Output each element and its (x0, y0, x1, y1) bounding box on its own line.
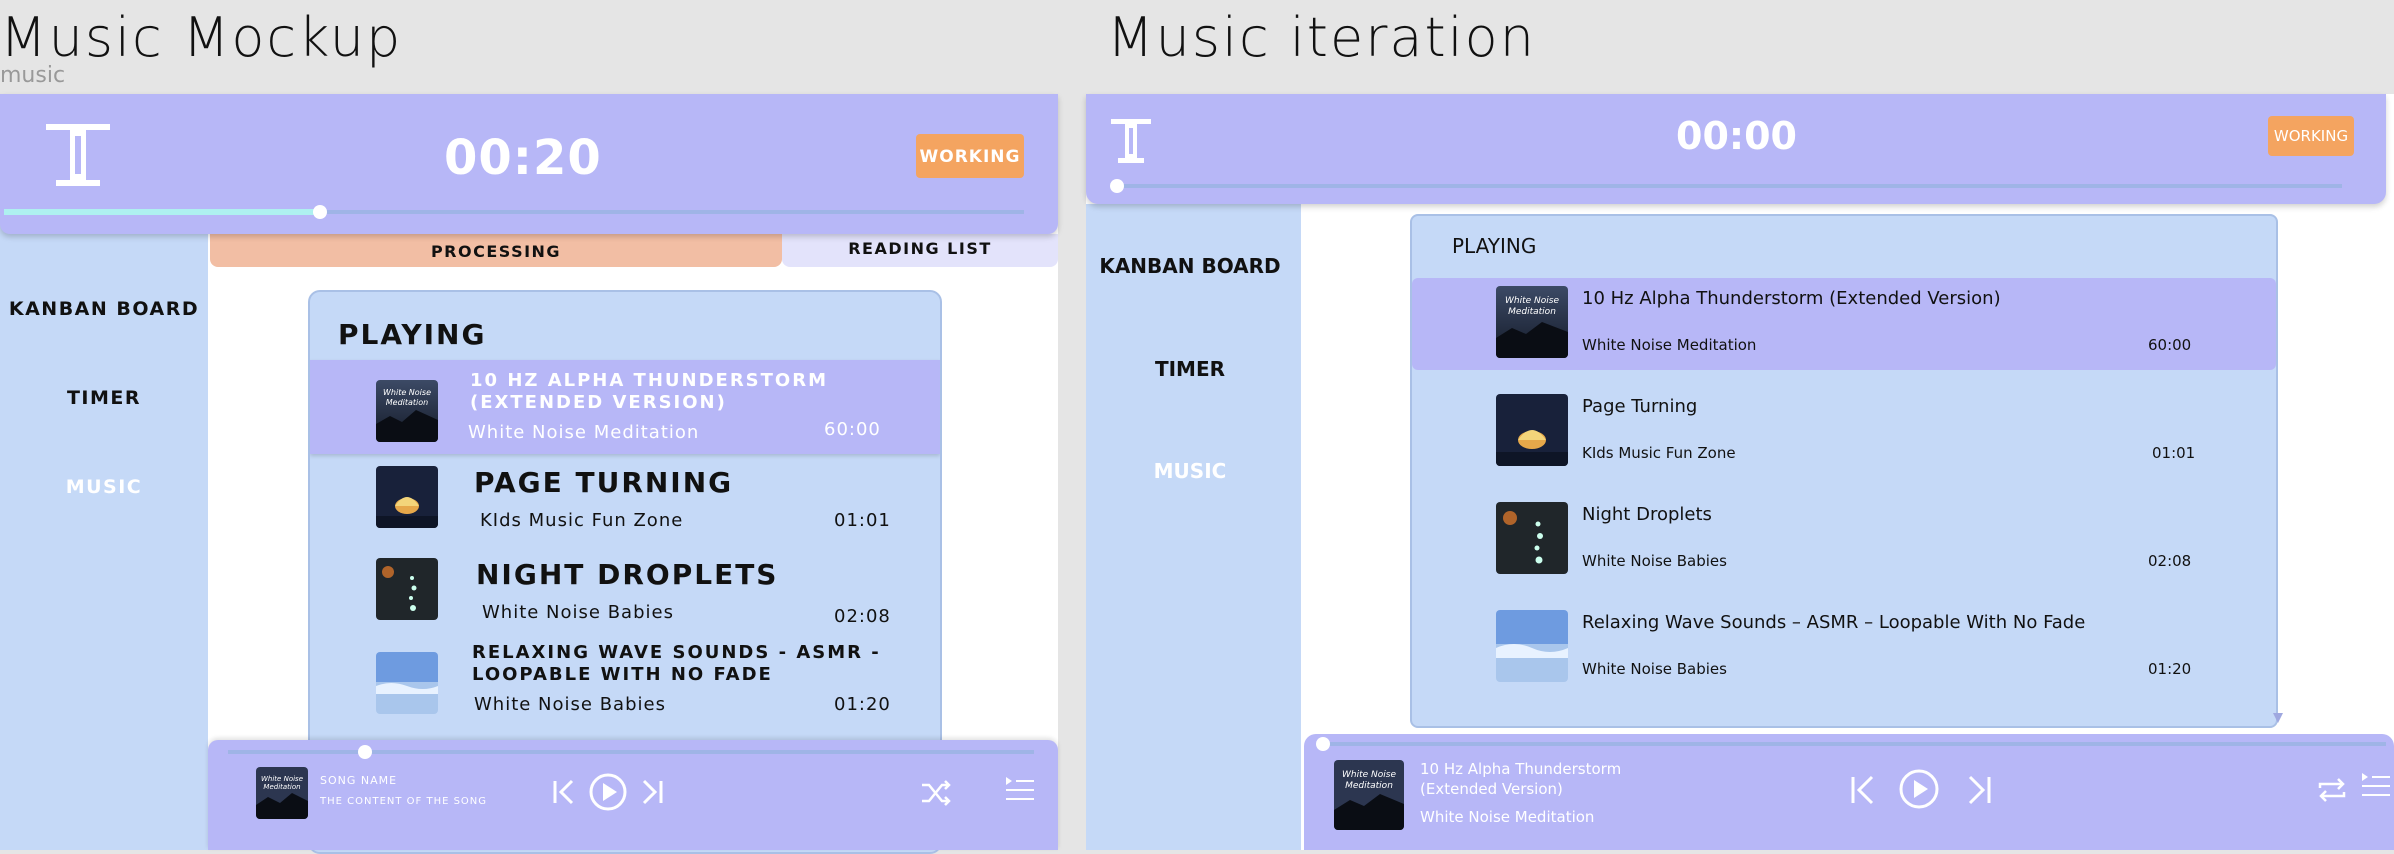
player-bar: White Noise Meditation SONG NAME THE CON… (208, 740, 1058, 850)
playlist-row[interactable]: White Noise Meditation 10 Hz Alpha Thund… (1412, 278, 2276, 370)
song-duration: 01:01 (834, 510, 891, 531)
song-title: Relaxing Wave Sounds – ASMR – Loopable W… (1582, 612, 2086, 633)
song-artist: White Noise Babies (1582, 552, 1727, 570)
nav-kanban-board[interactable]: KANBAN BOARD (1086, 254, 1294, 278)
working-status-button[interactable]: WORKING (2268, 116, 2354, 156)
player-progress-track[interactable] (1316, 742, 2386, 746)
now-playing-title-line1: 10 Hz Alpha Thunderstorm (1420, 760, 1622, 778)
now-playing-title: SONG NAME (320, 774, 398, 787)
tab-processing[interactable]: PROCESSING (210, 234, 782, 267)
playlist-row[interactable]: Night Droplets White Noise Babies 02:08 (1412, 494, 2276, 586)
song-title: Page Turning (1582, 396, 1698, 417)
mockup-frame-title: Music Mockup (0, 6, 403, 69)
album-art (1496, 610, 1568, 682)
song-title: Night Droplets (1582, 504, 1712, 525)
now-playing-art-text: White Noise Meditation (1342, 770, 1396, 791)
next-icon[interactable] (1966, 774, 1992, 806)
scroll-down-icon[interactable] (2272, 712, 2284, 724)
song-duration: 01:01 (2152, 444, 2196, 462)
song-duration: 02:08 (2148, 552, 2192, 570)
nav-timer[interactable]: TIMER (0, 387, 208, 409)
next-icon[interactable] (640, 778, 664, 806)
album-art-text: White Noise Meditation (383, 388, 431, 407)
player-progress-track[interactable] (228, 750, 1034, 754)
sidebar: KANBAN BOARD TIMER MUSIC (1086, 204, 1301, 850)
play-icon[interactable] (1898, 768, 1940, 810)
playlist-heading: PLAYING (338, 318, 487, 351)
nav-music[interactable]: MUSIC (0, 476, 208, 498)
play-icon[interactable] (588, 772, 628, 812)
song-artist: KIds Music Fun Zone (1582, 444, 1736, 462)
song-duration: 60:00 (2148, 336, 2192, 354)
iteration-frame: KANBAN BOARD TIMER MUSIC 00:00 WORKING P… (1086, 94, 2394, 850)
playlist-row[interactable]: Page Turning KIds Music Fun Zone 01:01 (1412, 386, 2276, 478)
song-artist: White Noise Babies (482, 602, 674, 623)
playlist-panel: PLAYING White Noise Meditation 10 Hz Alp… (1410, 214, 2278, 728)
previous-icon[interactable] (1850, 774, 1876, 806)
nav-kanban-board[interactable]: KANBAN BOARD (0, 298, 208, 320)
song-title: RELAXING WAVE SOUNDS - ASMR - LOOPABLE W… (472, 642, 881, 685)
repeat-icon[interactable] (2316, 776, 2348, 804)
player-bar: White Noise Meditation 10 Hz Alpha Thund… (1304, 734, 2394, 850)
album-art (1496, 502, 1568, 574)
song-artist: White Noise Meditation (1582, 336, 1757, 354)
album-art: White Noise Meditation (1496, 286, 1568, 358)
now-playing-artist: White Noise Meditation (1420, 808, 1595, 826)
hourglass-icon (46, 124, 110, 186)
timer-progress-handle[interactable] (313, 205, 328, 219)
playlist-row[interactable]: NIGHT DROPLETS White Noise Babies 02:08 (310, 548, 940, 640)
song-artist: White Noise Babies (1582, 660, 1727, 678)
nav-music[interactable]: MUSIC (1086, 459, 1294, 483)
now-playing-art-text: White Noise Meditation (261, 775, 303, 791)
player-progress-handle[interactable] (1316, 737, 1330, 751)
album-art (1496, 394, 1568, 466)
playlist-row[interactable]: RELAXING WAVE SOUNDS - ASMR - LOOPABLE W… (310, 640, 940, 732)
playlist-row[interactable]: Relaxing Wave Sounds – ASMR – Loopable W… (1412, 602, 2276, 694)
player-progress-handle[interactable] (358, 745, 373, 759)
header: 00:00 WORKING (1086, 94, 2386, 204)
song-title: PAGE TURNING (474, 466, 734, 499)
song-title: 10 Hz Alpha Thunderstorm (Extended Versi… (1582, 288, 2001, 309)
album-art: White Noise Meditation (376, 380, 438, 442)
song-artist: KIds Music Fun Zone (480, 510, 684, 531)
hourglass-icon (1111, 119, 1151, 163)
previous-icon[interactable] (552, 778, 576, 806)
album-art (376, 558, 438, 620)
nav-timer[interactable]: TIMER (1086, 357, 1294, 381)
song-duration: 01:20 (834, 694, 891, 715)
song-duration: 02:08 (834, 606, 891, 627)
timer-display: 00:20 (444, 130, 602, 186)
song-duration: 01:20 (2148, 660, 2192, 678)
now-playing-art: White Noise Meditation (1334, 760, 1404, 830)
queue-icon[interactable] (2358, 772, 2392, 802)
song-title: NIGHT DROPLETS (476, 558, 779, 591)
now-playing-art: White Noise Meditation (256, 767, 308, 819)
timer-progress-fill (4, 209, 321, 215)
now-playing-subtitle: THE CONTENT OF THE SONG (320, 796, 488, 807)
working-status-button[interactable]: WORKING (916, 134, 1024, 178)
iteration-frame-title: Music iteration (1107, 6, 1536, 69)
song-artist: White Noise Meditation (468, 422, 700, 443)
song-title: 10 HZ ALPHA THUNDERSTORM (EXTENDED VERSI… (470, 370, 828, 413)
album-art-text: White Noise Meditation (1505, 296, 1559, 317)
playlist-heading: PLAYING (1452, 234, 1537, 258)
header: 00:20 WORKING (0, 94, 1058, 234)
playlist-row[interactable]: White Noise Meditation 10 HZ ALPHA THUND… (310, 360, 940, 454)
mockup-frame: KANBAN BOARD TIMER MUSIC 00:20 WORKING P… (0, 94, 1058, 854)
timer-progress-handle[interactable] (1110, 179, 1124, 193)
timer-display: 00:00 (1676, 114, 1797, 158)
timer-progress-track[interactable] (1110, 184, 2342, 188)
album-art (376, 466, 438, 528)
queue-icon[interactable] (1002, 776, 1036, 806)
song-artist: White Noise Babies (474, 694, 666, 715)
playlist-row[interactable]: PAGE TURNING KIds Music Fun Zone 01:01 (310, 456, 940, 548)
now-playing-title-line2: (Extended Version) (1420, 780, 1563, 798)
shuffle-icon[interactable] (920, 780, 952, 806)
tab-reading-list[interactable]: READING LIST (782, 234, 1058, 267)
mockup-frame-subtitle: music (0, 63, 66, 88)
album-art (376, 652, 438, 714)
song-duration: 60:00 (824, 419, 881, 440)
